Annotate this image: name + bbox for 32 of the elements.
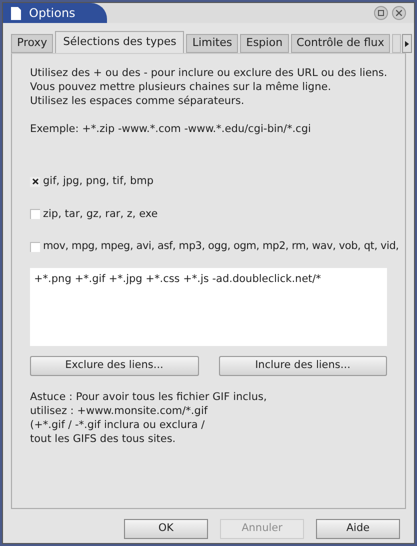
instruction-text: Utilisez des + ou des - pour inclure ou exclure des URL ou des liens. [30, 66, 388, 80]
close-button[interactable] [392, 6, 406, 20]
checkbox[interactable] [30, 242, 40, 252]
tip-text: tout les GIFS des tous sites. [30, 432, 177, 446]
check-cross-icon [32, 178, 38, 186]
right-arrow-icon [405, 40, 410, 46]
checkbox[interactable] [30, 209, 40, 220]
example-text: Exemple: +*.zip -www.*.com -www.*.edu/cgi-bin/*.cgi [30, 122, 312, 137]
instruction-text: Utilisez les espaces comme séparateurs. [30, 94, 244, 108]
window-title: Options [29, 5, 76, 22]
scroll-right-button[interactable] [402, 34, 412, 53]
tab[interactable]: Contrôle de flux [290, 34, 390, 53]
checkbox-label: mov, mpg, mpeg, avi, asf, mp3, ogg, ogm, mp2, rm, wav, vob, qt, vid, [43, 239, 399, 254]
dialog-button[interactable]: OK [124, 519, 208, 539]
instruction-text: Vous pouvez mettre plusieurs chaines sur la même ligne. [30, 80, 332, 94]
tip-text: Astuce : Pour avoir tous les fichier GIF inclus, [30, 390, 268, 404]
tab[interactable]: Sélections des types [55, 31, 184, 53]
dialog-button[interactable]: Aide [316, 519, 400, 539]
tip-text: utilisez : +www.monsite.com/*.gif [30, 404, 209, 418]
tip-text: (+*.gif / -*.gif inclura ou exclura / [30, 418, 206, 432]
filter-text-area[interactable]: +*.png +*.gif +*.jpg +*.css +*.js -ad.doubleclick.net/* [30, 268, 387, 346]
tab[interactable]: Proxy [11, 34, 54, 53]
document-icon [11, 6, 21, 20]
tab[interactable]: Espion [240, 34, 289, 53]
close-icon [396, 10, 402, 16]
link-filter-button[interactable]: Exclure des liens... [30, 356, 198, 376]
checkbox-label: zip, tar, gz, rar, z, exe [43, 206, 158, 222]
tab[interactable]: Limites [186, 34, 238, 53]
maximize-button[interactable] [374, 6, 388, 20]
link-filter-button[interactable]: Inclure des liens... [218, 356, 387, 376]
checkbox[interactable] [30, 176, 40, 187]
checkbox-label: gif, jpg, png, tif, bmp [43, 174, 154, 189]
